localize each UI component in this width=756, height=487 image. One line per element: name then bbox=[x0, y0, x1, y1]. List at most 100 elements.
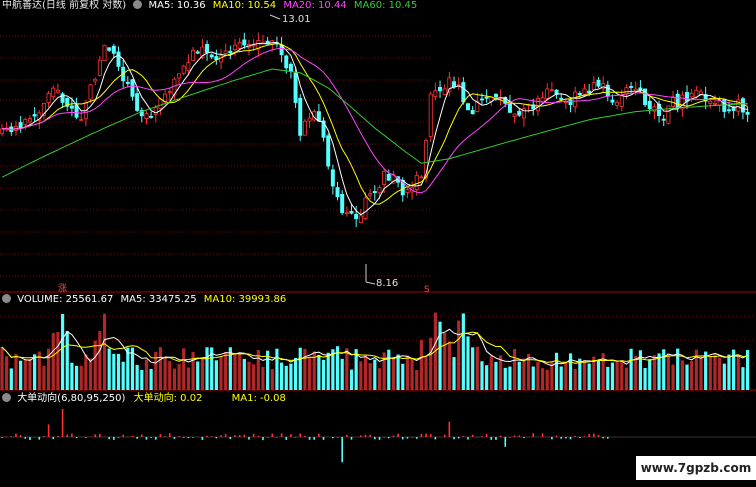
candle-body bbox=[647, 100, 652, 110]
candle-body bbox=[349, 210, 354, 214]
volume-bar bbox=[671, 364, 675, 390]
volume-bar bbox=[634, 355, 638, 390]
volume-bar bbox=[23, 359, 27, 390]
volume-bar bbox=[0, 347, 4, 390]
volume-bar bbox=[9, 368, 13, 390]
volume-bar bbox=[554, 352, 559, 390]
volume-bar bbox=[485, 365, 489, 390]
ma5-legend: MA5: 10.36 bbox=[148, 0, 206, 11]
candle-body bbox=[354, 213, 359, 220]
candle-body bbox=[433, 90, 438, 97]
candle-body bbox=[484, 96, 489, 99]
settings-icon[interactable] bbox=[2, 294, 11, 303]
candle-body bbox=[689, 93, 694, 98]
volume-bar bbox=[489, 355, 493, 390]
candle-body bbox=[452, 81, 457, 88]
volume-bar bbox=[84, 354, 88, 390]
candle-body bbox=[130, 79, 135, 97]
volume-bar bbox=[662, 349, 666, 390]
volume-bar bbox=[722, 363, 726, 390]
volume-bar bbox=[196, 361, 200, 390]
candle-body bbox=[116, 51, 121, 67]
candle-body bbox=[405, 189, 410, 193]
volume-bar bbox=[582, 360, 587, 390]
volume-bar bbox=[214, 360, 218, 390]
candle-body bbox=[386, 173, 391, 181]
volume-bar bbox=[480, 361, 484, 390]
settings-icon[interactable] bbox=[2, 393, 11, 402]
volume-bar bbox=[321, 359, 326, 390]
volume-bar bbox=[28, 358, 32, 390]
chart-canvas[interactable] bbox=[0, 0, 756, 487]
ma60-legend: MA60: 10.45 bbox=[353, 0, 418, 11]
candle-body bbox=[302, 120, 307, 136]
volume-bar bbox=[270, 369, 274, 390]
volume-bar bbox=[224, 352, 228, 390]
indicator-ma1: MA1: -0.08 bbox=[231, 393, 286, 404]
volume-bar bbox=[163, 357, 167, 390]
candle-body bbox=[79, 119, 84, 121]
candle-body bbox=[605, 84, 610, 97]
volume-bar bbox=[736, 354, 740, 390]
candle-body bbox=[465, 103, 470, 111]
ma10-legend: MA10: 10.54 bbox=[212, 0, 277, 11]
volume-bar bbox=[293, 357, 298, 390]
indicator-title: 大单动向(6,80,95,250) bbox=[17, 393, 126, 404]
candle-body bbox=[32, 114, 37, 117]
candle-body bbox=[69, 105, 74, 109]
candle-body bbox=[288, 63, 293, 72]
volume-bar bbox=[228, 347, 232, 390]
volume-bar bbox=[280, 362, 284, 390]
candle-body bbox=[335, 187, 340, 198]
candle-body bbox=[661, 118, 666, 121]
candle-body bbox=[726, 109, 731, 112]
volume-bar bbox=[42, 365, 46, 390]
candle-body bbox=[694, 89, 699, 98]
candle-body bbox=[237, 41, 242, 49]
volume-bar bbox=[559, 366, 563, 390]
high-pointer bbox=[269, 14, 281, 20]
candle-body bbox=[577, 92, 582, 96]
indicator-value: 大单动向: 0.02 bbox=[133, 393, 203, 404]
candle-body bbox=[102, 44, 107, 61]
volume-bar bbox=[182, 348, 186, 390]
volume-bar bbox=[578, 358, 582, 390]
volume-bar bbox=[116, 353, 121, 390]
candle-body bbox=[298, 97, 303, 136]
volume-bar bbox=[149, 368, 153, 390]
candle-body bbox=[326, 135, 331, 167]
candle-body bbox=[0, 128, 4, 134]
volume-bar bbox=[261, 366, 265, 390]
candle-body bbox=[51, 87, 56, 98]
candle-body bbox=[591, 82, 596, 91]
volume-bar bbox=[331, 349, 335, 390]
volume-bar bbox=[708, 356, 712, 390]
volume-bar bbox=[475, 346, 479, 390]
volume-bar bbox=[405, 355, 410, 390]
candle-body bbox=[479, 98, 484, 101]
volume-bar bbox=[345, 348, 349, 390]
volume-bar bbox=[540, 368, 545, 390]
volume-bar bbox=[140, 369, 144, 390]
volume-bar bbox=[19, 360, 23, 390]
volume-bar bbox=[373, 359, 377, 390]
candle-body bbox=[186, 62, 191, 71]
candle-body bbox=[442, 88, 447, 95]
volume-bar bbox=[615, 361, 619, 390]
candle-body bbox=[414, 175, 419, 190]
volume-bar bbox=[377, 368, 382, 390]
candle-body bbox=[582, 88, 587, 95]
candle-body bbox=[685, 92, 690, 102]
candle-body bbox=[158, 98, 163, 109]
indicator-panel-header: 大单动向(6,80,95,250) 大单动向: 0.02 MA1: -0.08 bbox=[2, 393, 286, 405]
candle-body bbox=[177, 73, 182, 79]
candle-body bbox=[242, 39, 247, 46]
volume-bar bbox=[471, 347, 475, 390]
candle-body bbox=[568, 99, 573, 105]
volume-bar bbox=[676, 348, 680, 390]
watermark: www.7gpzb.com bbox=[636, 456, 756, 480]
settings-icon[interactable] bbox=[133, 0, 143, 9]
candle-body bbox=[223, 50, 228, 54]
candle-body bbox=[340, 193, 345, 214]
candle-body bbox=[46, 92, 51, 103]
